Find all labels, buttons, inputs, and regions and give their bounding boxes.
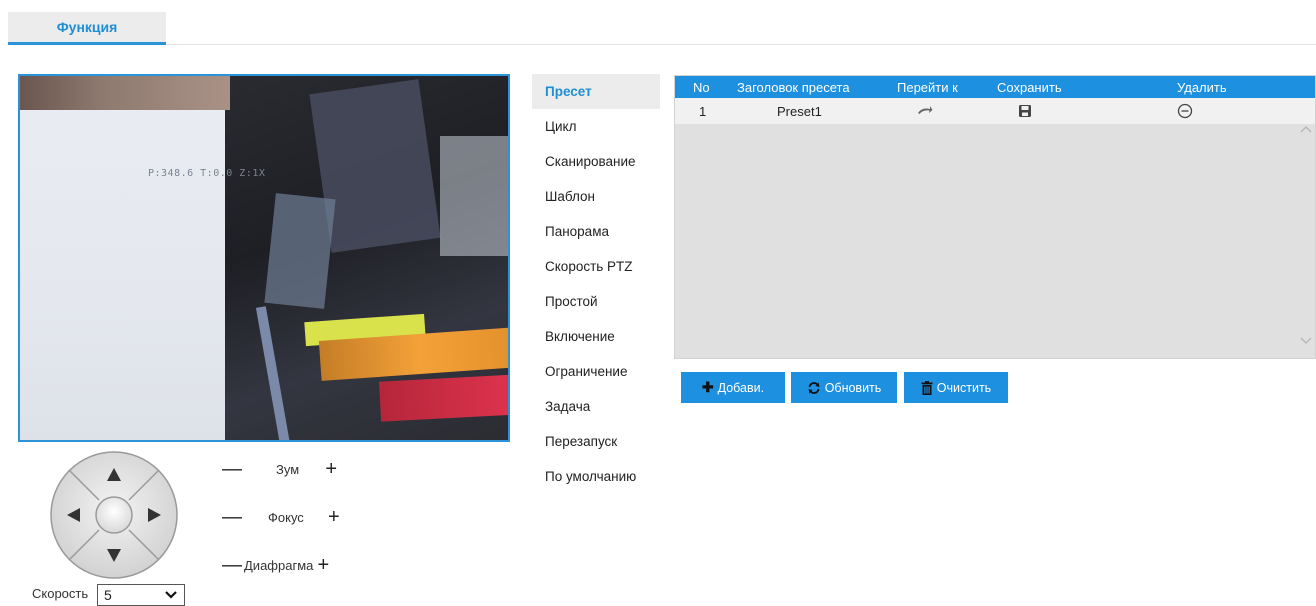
header-save: Сохранить <box>997 79 1062 95</box>
header-delete: Удалить <box>1177 79 1227 95</box>
zoom-control: — Зум + <box>222 459 341 479</box>
speed-label: Скорость <box>32 586 89 601</box>
iris-label: Диафрагма <box>244 557 314 573</box>
chevron-down-icon <box>165 591 177 599</box>
menu-item-preset[interactable]: Пресет <box>532 74 660 109</box>
focus-plus-button[interactable]: + <box>324 507 344 527</box>
osd-position-text: P:348.6 T:0.0 Z:1X <box>148 168 266 179</box>
header-goto: Перейти к <box>897 79 958 95</box>
speed-select[interactable]: 5 <box>97 584 185 606</box>
ptz-center-button[interactable] <box>95 496 133 534</box>
header-title: Заголовок пресета <box>737 79 850 95</box>
menu-item-power-on[interactable]: Включение <box>532 319 660 354</box>
tab-function[interactable]: Функция <box>8 12 166 45</box>
menu-item-limit[interactable]: Ограничение <box>532 354 660 389</box>
goto-preset-button[interactable] <box>917 98 933 124</box>
plus-icon: ✚ <box>701 379 714 395</box>
refresh-button[interactable]: Обновить <box>791 372 897 403</box>
scroll-up-icon[interactable] <box>1299 122 1313 136</box>
trash-icon <box>921 380 933 395</box>
tab-divider <box>166 44 1316 45</box>
delete-preset-button[interactable] <box>1177 98 1193 124</box>
menu-item-task[interactable]: Задача <box>532 389 660 424</box>
zoom-out-button[interactable]: — <box>222 459 242 479</box>
scroll-down-icon[interactable] <box>1299 334 1313 348</box>
menu-item-scan[interactable]: Сканирование <box>532 144 660 179</box>
iris-minus-button[interactable]: — <box>222 555 242 575</box>
menu-item-default[interactable]: По умолчанию <box>532 459 660 494</box>
iris-control: — Диафрагма + <box>222 555 333 575</box>
zoom-label: Зум <box>276 461 300 477</box>
menu-item-ptz-speed[interactable]: Скорость PTZ <box>532 249 660 284</box>
zoom-in-button[interactable]: + <box>321 459 341 479</box>
preset-table: No Заголовок пресета Перейти к Сохранить… <box>674 75 1316 359</box>
focus-label: Фокус <box>268 509 304 525</box>
video-preview[interactable]: P:348.6 T:0.0 Z:1X <box>18 74 510 442</box>
add-button[interactable]: ✚ Добави. <box>681 372 785 403</box>
menu-item-idle[interactable]: Простой <box>532 284 660 319</box>
menu-item-panorama[interactable]: Панорама <box>532 214 660 249</box>
row-title: Preset1 <box>777 103 822 119</box>
row-no: 1 <box>699 103 707 119</box>
header-no: No <box>693 79 710 95</box>
save-icon <box>1019 105 1031 117</box>
clear-button[interactable]: Очистить <box>904 372 1008 403</box>
focus-control: — Фокус + <box>222 507 344 527</box>
menu-item-pattern[interactable]: Шаблон <box>532 179 660 214</box>
function-menu: Пресет Цикл Сканирование Шаблон Панорама… <box>532 74 660 494</box>
save-preset-button[interactable] <box>1018 98 1032 124</box>
focus-minus-button[interactable]: — <box>222 507 242 527</box>
refresh-icon <box>808 381 820 394</box>
table-row[interactable]: 1 Preset1 <box>675 98 1315 124</box>
table-header: No Заголовок пресета Перейти к Сохранить… <box>675 76 1315 98</box>
minus-circle-icon <box>1177 103 1193 119</box>
speed-value: 5 <box>104 587 112 603</box>
menu-item-cycle[interactable]: Цикл <box>532 109 660 144</box>
menu-item-restart[interactable]: Перезапуск <box>532 424 660 459</box>
ptz-joystick[interactable] <box>49 450 179 580</box>
iris-plus-button[interactable]: + <box>313 555 333 575</box>
goto-arrow-icon <box>918 106 933 114</box>
